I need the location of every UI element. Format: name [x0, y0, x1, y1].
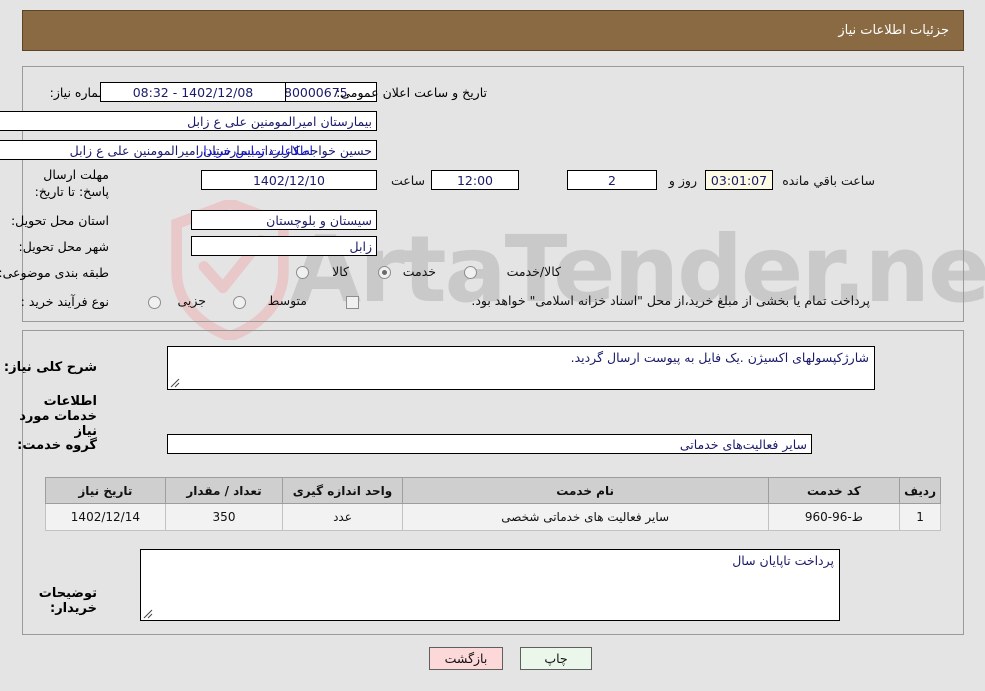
back-button[interactable]: بازگشت: [429, 647, 503, 670]
treasury-docs-note: پرداخت تمام یا بخشی از مبلغ خرید،از محل …: [471, 293, 870, 308]
col-qty: تعداد / مقدار: [164, 477, 284, 504]
radio-process-jozii[interactable]: [148, 296, 161, 309]
radio-category-khedmat[interactable]: [378, 266, 391, 279]
services-heading: اطلاعات خدمات مورد نیاز: [19, 394, 97, 439]
delivery-city-value[interactable]: زابل: [191, 236, 377, 256]
days-and-label: روز و: [668, 173, 697, 188]
buyer-notes-textarea[interactable]: پرداخت تاپایان سال: [140, 549, 840, 621]
delivery-province-value[interactable]: سیستان و بلوچستان: [191, 210, 377, 230]
purchase-process-label: نوع فرآیند خرید :: [20, 294, 109, 309]
cell-date: 1402/12/14: [45, 503, 166, 531]
announce-datetime-value[interactable]: 1402/12/08 - 08:32: [100, 82, 286, 102]
category-label: طبقه بندی موضوعی:: [0, 265, 109, 280]
summary-label: شرح کلی نیاز:: [3, 360, 97, 375]
table-row: 1 ط-96-960 سایر فعالیت های خدماتی شخصی ع…: [45, 503, 941, 531]
print-button[interactable]: چاپ: [520, 647, 592, 670]
days-remaining-value[interactable]: 2: [567, 170, 657, 190]
radio-category-kala-label: کالا: [332, 264, 349, 279]
cell-code: ط-96-960: [767, 503, 901, 531]
hours-remaining-label: ساعت باقي مانده: [782, 173, 875, 188]
radio-process-jozii-label: جزیی: [177, 293, 206, 308]
buyer-contact-link[interactable]: اطلاعات تماس خریدار: [197, 143, 313, 158]
cell-name: سایر فعالیت های خدماتی شخصی: [401, 503, 769, 531]
countdown-value: 03:01:07: [705, 170, 773, 190]
cell-unit: عدد: [282, 503, 403, 531]
summary-text: شارژکپسولهای اکسیژن .یک فایل به پیوست ار…: [570, 350, 869, 365]
delivery-city-label: شهر محل تحویل:: [18, 239, 109, 254]
announce-datetime-label: تاریخ و ساعت اعلان عمومی:: [336, 85, 487, 100]
deadline-time-value[interactable]: 12:00: [431, 170, 519, 190]
buyer-notes-label: توضیحات خریدار:: [38, 586, 97, 616]
delivery-province-label: استان محل تحویل:: [10, 213, 109, 228]
radio-process-motavaset-label: متوسط: [267, 293, 307, 308]
deadline-date-value[interactable]: 1402/12/10: [201, 170, 377, 190]
summary-textarea[interactable]: شارژکپسولهای اکسیژن .یک فایل به پیوست ار…: [167, 346, 875, 390]
buyer-org-value[interactable]: بیمارستان امیرالمومنین علی ع زابل: [0, 111, 377, 131]
radio-category-kala[interactable]: [296, 266, 309, 279]
services-table: ردیف کد خدمت نام خدمت واحد اندازه گیری ت…: [45, 477, 941, 531]
service-group-value[interactable]: سایر فعالیت‌های خدماتی: [167, 434, 812, 454]
col-unit: واحد اندازه گیری: [282, 477, 403, 504]
requester-value[interactable]: حسین خواجه کاربرداز بیمارستان امیرالمومن…: [0, 140, 377, 160]
page-root: ArtaTender.net جزئیات اطلاعات نیاز شماره…: [0, 0, 985, 691]
col-row: ردیف: [899, 477, 941, 504]
resize-grip-icon: [170, 378, 180, 388]
deadline-label: مهلت ارسال پاسخ: تا تاریخ:: [34, 167, 109, 199]
checkbox-treasury-docs[interactable]: [346, 296, 359, 309]
col-code: کد خدمت: [767, 477, 901, 504]
page-title: جزئیات اطلاعات نیاز: [22, 10, 964, 51]
col-name: نام خدمت: [401, 477, 769, 504]
resize-grip-icon: [143, 609, 153, 619]
service-group-label: گروه خدمت:: [17, 438, 97, 453]
radio-category-khedmat-label: خدمت: [402, 264, 436, 279]
table-header-row: ردیف کد خدمت نام خدمت واحد اندازه گیری ت…: [45, 477, 941, 504]
col-date: تاریخ نیاز: [45, 477, 166, 504]
cell-row: 1: [899, 503, 941, 531]
radio-process-motavaset[interactable]: [233, 296, 246, 309]
radio-category-kala-khedmat-label: کالا/خدمت: [506, 264, 561, 279]
radio-category-kala-khedmat[interactable]: [464, 266, 477, 279]
buyer-notes-text: پرداخت تاپایان سال: [732, 553, 834, 568]
need-info-panel: [22, 66, 964, 322]
cell-qty: 350: [164, 503, 284, 531]
deadline-hour-label: ساعت: [390, 173, 425, 188]
